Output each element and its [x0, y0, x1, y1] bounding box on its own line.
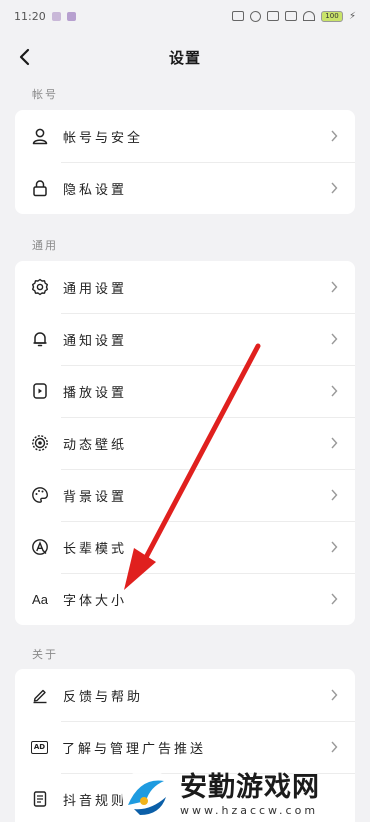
section-label-account: 帐号	[32, 88, 58, 101]
app-notification-icon	[66, 11, 76, 21]
settings-row-live-wallpaper[interactable]: 动态壁纸	[15, 417, 355, 469]
row-label: 了解与管理广告推送	[62, 741, 207, 757]
battery-level: 100	[325, 12, 339, 20]
alarm-icon	[249, 10, 261, 22]
chevron-right-icon	[329, 280, 339, 294]
elder-mode-icon	[31, 538, 49, 556]
bell-icon	[31, 330, 49, 348]
row-label: 字体大小	[63, 593, 128, 609]
lock-icon	[31, 179, 49, 197]
document-icon	[31, 790, 49, 808]
notification-icon	[51, 11, 61, 21]
back-arrow-icon	[19, 48, 30, 66]
chevron-right-icon	[329, 688, 339, 702]
battery-icon: 100	[320, 10, 343, 22]
settings-row-font-size[interactable]: Aa 字体大小	[15, 573, 355, 625]
play-icon	[31, 382, 49, 400]
settings-row-background[interactable]: 背景设置	[15, 469, 355, 521]
chevron-right-icon	[329, 488, 339, 502]
chevron-right-icon	[329, 181, 339, 195]
section-label-general: 通用	[32, 239, 58, 252]
row-label: 背景设置	[63, 489, 128, 505]
row-label: 隐私设置	[63, 182, 128, 198]
ad-icon: AD	[31, 740, 48, 754]
signal-icon	[266, 11, 279, 21]
row-label: 动态壁纸	[63, 437, 128, 453]
font-size-icon: Aa	[32, 591, 48, 607]
signal-2-icon	[284, 11, 297, 21]
settings-row-feedback[interactable]: 反馈与帮助	[15, 669, 355, 721]
row-label: 帐号与安全	[63, 130, 144, 146]
page-title: 设置	[168, 48, 201, 67]
row-label: 通知设置	[63, 333, 128, 349]
status-time: 11:20	[14, 9, 46, 23]
watermark-name: 安勤游戏网	[180, 771, 320, 803]
charging-icon: ⚡	[348, 10, 356, 22]
row-label: 反馈与帮助	[63, 689, 144, 705]
settings-row-account-security[interactable]: 帐号与安全	[15, 110, 355, 162]
settings-row-notification[interactable]: 通知设置	[15, 313, 355, 365]
chevron-right-icon	[329, 436, 339, 450]
edit-icon	[31, 686, 49, 704]
wallpaper-icon	[31, 434, 49, 452]
back-button[interactable]	[12, 44, 36, 70]
nfc-icon	[231, 11, 244, 21]
status-bar: 11:20 100 ⚡	[0, 0, 370, 32]
card-general: 通用设置 通知设置 播放设置 动态壁纸 背景设置 长辈模式 Aa 字体大小	[15, 261, 355, 625]
card-account: 帐号与安全 隐私设置	[15, 110, 355, 214]
chevron-right-icon	[329, 332, 339, 346]
watermark-url: www.hzaccw.com	[180, 803, 319, 817]
settings-row-elder-mode[interactable]: 长辈模式	[15, 521, 355, 573]
section-label-about: 关于	[32, 648, 58, 661]
header: 设置	[0, 40, 370, 74]
settings-row-playback[interactable]: 播放设置	[15, 365, 355, 417]
chevron-right-icon	[329, 129, 339, 143]
chevron-right-icon	[329, 740, 339, 754]
row-label: 播放设置	[63, 385, 128, 401]
row-label: 通用设置	[63, 281, 128, 297]
wifi-icon	[302, 11, 315, 21]
chevron-right-icon	[329, 540, 339, 554]
watermark-logo-icon	[122, 769, 172, 819]
chevron-right-icon	[329, 592, 339, 606]
chevron-right-icon	[329, 384, 339, 398]
settings-row-general[interactable]: 通用设置	[15, 261, 355, 313]
gear-icon	[31, 278, 49, 296]
row-label: 长辈模式	[63, 541, 128, 557]
palette-icon	[31, 486, 49, 504]
watermark: 安勤游戏网 www.hzaccw.com	[120, 766, 370, 822]
user-icon	[31, 127, 49, 145]
settings-row-privacy[interactable]: 隐私设置	[15, 162, 355, 214]
